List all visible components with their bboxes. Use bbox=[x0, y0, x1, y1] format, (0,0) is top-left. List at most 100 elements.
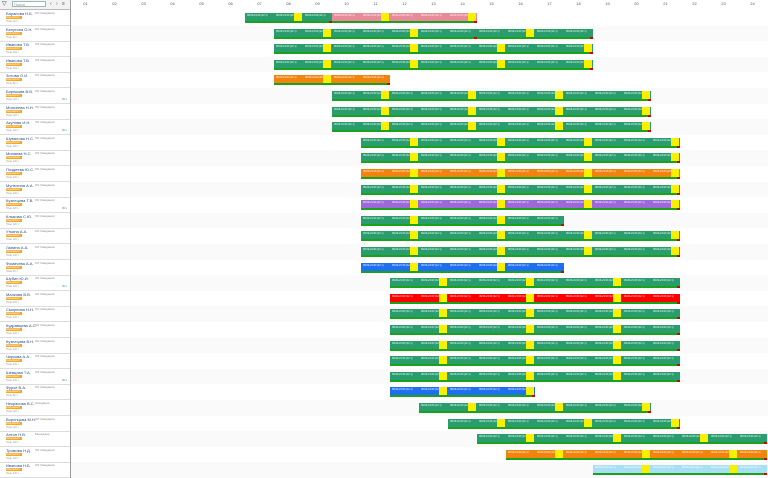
shift-bar[interactable]: 09:00-21:00 (12 ч) 09:00-21:00 (12 ч) 09:0… bbox=[361, 184, 680, 195]
shift-bar[interactable]: 09:00-21:00 (12 ч) 09:00-21:00 (12 ч) 09:0… bbox=[506, 449, 767, 460]
shift-bar[interactable]: 09:00-21:00 (12 ч) 09:00-21:00 (12 ч) 09:0… bbox=[361, 231, 680, 242]
shift-label: 09:00-21:00 (12 ч) bbox=[508, 107, 529, 111]
schedule-grid[interactable]: 01 02 03 04 05 06 07 08 09 10 11 12 13 14 15 16 17 18 19 20… bbox=[71, 0, 768, 478]
employee-row[interactable]: Моисеева Н.Н. ЛО Ожидания Специалист План 1… bbox=[0, 104, 70, 120]
shift-bar[interactable]: 09:00-21:00 (12 ч) 09:00-21:00 (12 ч) 09:0… bbox=[593, 465, 767, 476]
search-input[interactable]: Поиск bbox=[12, 1, 46, 7]
shift-label: 09:00-21:00 (12 ч) bbox=[334, 45, 355, 49]
break-marker bbox=[497, 262, 505, 271]
employee-row[interactable]: Кудрявцева А.С. ЛО Ожидания Специалист План… bbox=[0, 322, 70, 338]
shift-bar[interactable]: 09:00-21:00 (12 ч) 09:00-21:00 (12 ч) 09:0… bbox=[361, 215, 564, 226]
shift-bar[interactable]: 09:00-21:00 (12 ч) 09:00-21:00 (12 ч) 09:0… bbox=[245, 13, 332, 23]
shift-label: 09:00-21:00 (12 ч) bbox=[450, 201, 471, 205]
shift-bar[interactable]: 09:00-21:00 (12 ч) 09:00-21:00 (12 ч) 09:0… bbox=[390, 325, 680, 335]
shift-label: 09:00-21:00 (12 ч) bbox=[740, 450, 761, 454]
shift-bar[interactable]: 09:00-21:00 (12 ч) 09:00-21:00 (12 ч) 09:0… bbox=[274, 75, 390, 86]
employee-row[interactable]: Воронцова М.Н. ЛО Ожидания Специалист План … bbox=[0, 416, 70, 432]
shift-bar[interactable]: 09:00-21:00 (12 ч) 09:00-21:00 (12 ч) 09:0… bbox=[361, 169, 680, 179]
employee-row[interactable]: Некрасова В.С. Ожидания Специалист План 120… bbox=[0, 400, 70, 416]
employee-row[interactable]: Иванова Т.В. ЛО Ожидания Специалист План 10… bbox=[0, 57, 70, 73]
shift-label: 09:00-21:00 (12 ч) bbox=[421, 29, 442, 33]
employee-row[interactable]: Смирнова Н.Н. ЛО Ожидания Специалист План 1… bbox=[0, 306, 70, 323]
employee-row[interactable]: Мулютина А.А. ЛО Ожидания Специалист План 1… bbox=[0, 182, 70, 198]
shift-label: 09:00-21:00 (12 ч) bbox=[537, 263, 558, 267]
shift-bar[interactable]: 09:00-21:00 (12 ч) 09:00-21:00 (12 ч) 09:0… bbox=[332, 91, 651, 101]
shift-bar[interactable]: 09:00-21:00 (12 ч) 09:00-21:00 (12 ч) 09:0… bbox=[361, 247, 680, 257]
shift-bar[interactable]: 09:00-21:00 (12 ч) 09:00-21:00 (12 ч) 09:0… bbox=[419, 403, 651, 413]
shift-bar[interactable]: 09:00-21:00 (12 ч) 09:00-21:00 (12 ч) 09:0… bbox=[332, 106, 651, 117]
employee-row[interactable]: Малкова В.В. ЛО Ожидания Специалист План 12… bbox=[0, 291, 70, 307]
day-label: 24 bbox=[750, 1, 755, 6]
break-marker bbox=[671, 169, 679, 177]
shift-label: 09:00-21:00 (12 ч) bbox=[363, 29, 384, 33]
employee-row[interactable]: Чиркова А.А. ЛО Ожидания Специалист План 12… bbox=[0, 353, 70, 370]
employee-row[interactable]: Фурсе В.А. ЛО Ожидания Специалист План 80 ч bbox=[0, 384, 70, 401]
shift-label: 09:00-21:00 (12 ч) bbox=[682, 466, 703, 470]
shift-label: 09:00-21:00 (12 ч) bbox=[624, 232, 645, 236]
shift-label: 09:00-21:00 (12 ч) bbox=[450, 294, 471, 298]
employee-row[interactable]: Иванова Н.Б. ЛО Ожидания Специалист План 12… bbox=[0, 462, 70, 478]
shift-bar[interactable]: 09:00-21:00 (12 ч) 09:00-21:00 (12 ч) 09:0… bbox=[390, 309, 680, 320]
employee-row[interactable]: Поздеева Ю.С. ЛО Ожидания Специалист План 1… bbox=[0, 166, 70, 182]
employee-row[interactable]: Клыкова С.Ю. ЛО Ожидания Специалист План 12… bbox=[0, 213, 70, 229]
employee-row[interactable]: Шевцова Т.А. ЛО Ожидания Специалист План 12… bbox=[0, 369, 70, 385]
employee-row[interactable]: Баранова Н.Б. ЛО Ожидания Специалист План 1… bbox=[0, 10, 70, 26]
employee-row[interactable]: Минаева Н.С. ЛО Ожидания Специалист План 12… bbox=[0, 150, 70, 167]
shift-bar[interactable]: 09:00-21:00 (12 ч) 09:00-21:00 (12 ч) 09:0… bbox=[477, 28, 593, 39]
employee-row[interactable]: Шувалова Н.С. ЛО Ожидания Специалист План 1… bbox=[0, 135, 70, 151]
shift-bar[interactable]: 09:00-21:00 (12 ч) 09:00-21:00 (12 ч) 09:0… bbox=[361, 200, 680, 211]
shift-label: 09:00-21:00 (12 ч) bbox=[624, 341, 645, 345]
next-icon[interactable]: › bbox=[56, 1, 58, 8]
employee-row[interactable]: Бирюкова В.В. ЛО Ожидания Специалист План 1… bbox=[0, 88, 70, 104]
shift-bar[interactable]: 09:00-21:00 (12 ч) 09:00-21:00 (12 ч) 09:0… bbox=[332, 13, 477, 23]
employee-row[interactable]: Белугина О.Н. ЛО Ожидания Специалист План 9… bbox=[0, 26, 70, 42]
shift-bar[interactable]: 09:00-21:00 (12 ч) 09:00-21:00 (12 ч) 09:0… bbox=[274, 59, 593, 70]
employee-row[interactable]: Фомичева А.А. ЛО Ожидания Специалист План 8… bbox=[0, 260, 70, 276]
shift-label: 09:00-21:00 (12 ч) bbox=[392, 372, 413, 376]
break-marker bbox=[613, 371, 621, 380]
employee-row[interactable]: Зотова О.И. ЛО Ожидания Специалист План 80 … bbox=[0, 72, 70, 89]
shift-bar[interactable]: 09:00-21:00 (12 ч) 09:00-21:00 (12 ч) 09:0… bbox=[274, 44, 593, 55]
shift-bar[interactable]: 09:00-21:00 (12 ч) 09:00-21:00 (12 ч) 09:0… bbox=[390, 340, 680, 351]
shift-bar[interactable]: 09:00-21:00 (12 ч) 09:00-21:00 (12 ч) 09:0… bbox=[390, 387, 535, 398]
shift-bar[interactable]: 09:00-21:00 (12 ч) 09:00-21:00 (12 ч) 09:0… bbox=[361, 262, 564, 273]
employee-plan: План 120 ч bbox=[6, 176, 19, 179]
employee-row[interactable]: Кузнецова В.Н. ЛО Ожидания Специалист План … bbox=[0, 338, 70, 354]
employee-row[interactable]: Шубин Ю.И. ЛО Ожидания Специалист План 120 … bbox=[0, 275, 70, 292]
employee-row[interactable]: Антон Н.В. Менеджер Специалист План 120 ч bbox=[0, 431, 70, 448]
shift-bar[interactable]: 09:00-21:00 (12 ч) 09:00-21:00 (12 ч) 09:0… bbox=[477, 434, 767, 445]
break-marker bbox=[323, 44, 331, 53]
shift-bar[interactable]: 09:00-21:00 (12 ч) 09:00-21:00 (12 ч) 09:0… bbox=[274, 28, 477, 39]
filter-icon[interactable]: ▽ bbox=[2, 1, 7, 8]
employee-plan: План 120 ч bbox=[6, 254, 19, 257]
shift-bar[interactable]: 09:00-21:00 (12 ч) 09:00-21:00 (12 ч) 09:0… bbox=[361, 153, 680, 164]
employee-badge: Специалист bbox=[6, 390, 22, 394]
shift-label: 09:00-21:00 (12 ч) bbox=[276, 29, 297, 33]
shift-bar[interactable]: 09:00-21:00 (12 ч) 09:00-21:00 (12 ч) 09:0… bbox=[390, 371, 680, 382]
break-marker bbox=[584, 169, 592, 177]
shift-bar[interactable]: 09:00-21:00 (12 ч) 09:00-21:00 (12 ч) 09:0… bbox=[448, 418, 680, 429]
employee-row[interactable]: Иванова Т.В. ЛО Ожидания Специалист План 10… bbox=[0, 41, 70, 58]
shift-bar[interactable]: 09:00-21:00 (12 ч) 09:00-21:00 (12 ч) 09:0… bbox=[390, 293, 680, 304]
shift-label: 09:00-21:00 (12 ч) bbox=[595, 154, 616, 158]
employee-row[interactable]: Акулова И.Н. ЛО Ожидания Специалист План 12… bbox=[0, 119, 70, 136]
break-marker bbox=[410, 59, 418, 68]
shift-label: 09:00-21:00 (12 ч) bbox=[363, 248, 384, 251]
employee-plan: План 104 ч bbox=[6, 66, 19, 70]
employee-role: ЛО Ожидания bbox=[35, 385, 55, 390]
shift-bar[interactable]: 09:00-21:00 (12 ч) 09:00-21:00 (12 ч) 09:0… bbox=[390, 356, 680, 367]
shift-bar[interactable]: 09:00-21:00 (12 ч) 09:00-21:00 (12 ч) 09:0… bbox=[390, 278, 680, 289]
employee-row[interactable]: Лапина А.А. ЛО Ожидания Специалист План 120… bbox=[0, 244, 70, 260]
shift-label: 09:00-21:00 (12 ч) bbox=[508, 263, 529, 267]
shift-label: 09:00-21:00 (12 ч) bbox=[653, 310, 674, 314]
employee-row[interactable]: Тромова Н.Д. ЛО Ожидания Специалист План 12… bbox=[0, 447, 70, 463]
shift-label: 09:00-21:00 (12 ч) bbox=[392, 388, 413, 392]
settings-icon[interactable]: ≡ bbox=[62, 1, 65, 8]
shift-bar[interactable]: 09:00-21:00 (12 ч) 09:00-21:00 (12 ч) 09:0… bbox=[332, 122, 651, 133]
employee-row[interactable]: Кузнецова Т.В. ЛО Ожидания Специалист План … bbox=[0, 197, 70, 214]
end-marker bbox=[764, 457, 767, 460]
day-label: 14 bbox=[460, 1, 465, 6]
prev-icon[interactable]: ‹ bbox=[50, 1, 52, 8]
employee-row[interactable]: Уткина А.А. ЛО Ожидания Специалист План 120… bbox=[0, 228, 70, 245]
shift-bar[interactable]: 09:00-21:00 (12 ч) 09:00-21:00 (12 ч) 09:0… bbox=[361, 137, 680, 148]
